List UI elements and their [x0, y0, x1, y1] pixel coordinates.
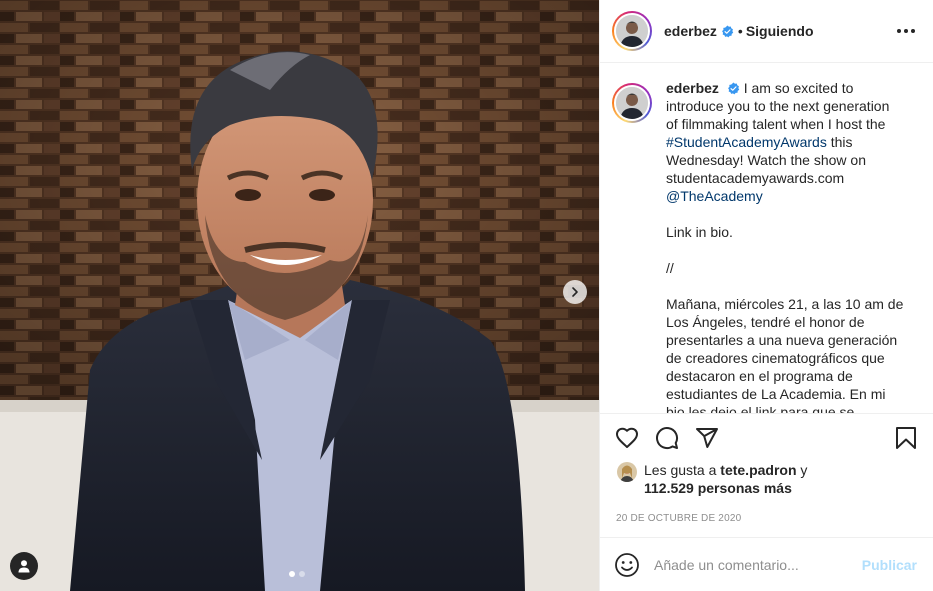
bookmark-icon	[896, 426, 916, 449]
post-caption: ederbez I am so excited to introduce you…	[666, 79, 904, 413]
save-button[interactable]	[893, 425, 919, 451]
caption-link-in-bio: Link in bio.	[666, 224, 733, 240]
post-media[interactable]	[0, 0, 599, 591]
carousel-dot-active	[289, 571, 295, 577]
user-tag-button[interactable]	[10, 552, 38, 580]
comment-icon	[656, 426, 679, 449]
post-date[interactable]: 20 DE OCTUBRE DE 2020	[600, 503, 933, 529]
avatar-image	[616, 15, 648, 47]
caption-author-avatar[interactable]	[612, 83, 652, 123]
follow-separator: •	[737, 23, 743, 39]
caption-divider: //	[666, 260, 674, 276]
following-button[interactable]: Siguiendo	[746, 23, 814, 39]
user-tag-icon	[18, 560, 30, 573]
more-dots-icon	[897, 29, 901, 33]
chevron-right-icon	[572, 287, 578, 297]
author-username[interactable]: ederbez	[664, 23, 717, 39]
verified-badge-icon	[727, 82, 740, 95]
likes-text: Les gusta a tete.padron y 112.529 person…	[644, 461, 807, 497]
heart-icon	[616, 427, 638, 448]
likes-summary: Les gusta a tete.padron y 112.529 person…	[600, 461, 933, 503]
verified-badge-icon	[722, 25, 734, 37]
mention-link[interactable]: @TheAcademy	[666, 188, 763, 204]
avatar-image	[617, 462, 637, 482]
post-actions	[600, 413, 933, 461]
likes-joiner: y	[800, 462, 808, 478]
instagram-post: ederbez • Siguiendo ederbez I am so exci…	[0, 0, 933, 591]
author-avatar[interactable]	[612, 11, 652, 51]
post-header: ederbez • Siguiendo	[600, 0, 933, 63]
caption-spanish-text: Mañana, miércoles 21, a las 10 am de Los…	[666, 296, 904, 413]
liker-username[interactable]: tete.padron	[720, 462, 796, 478]
likes-count-link[interactable]: 112.529 personas más	[644, 480, 792, 496]
caption-username[interactable]: ederbez	[666, 80, 719, 96]
publish-button[interactable]: Publicar	[862, 557, 917, 573]
likes-prefix: Les gusta a	[644, 462, 717, 478]
emoji-icon[interactable]	[614, 552, 640, 578]
more-options-button[interactable]	[893, 25, 919, 37]
add-comment-bar: Publicar	[600, 537, 933, 591]
share-button[interactable]	[694, 425, 720, 451]
carousel-next-button[interactable]	[563, 280, 587, 304]
liker-avatar[interactable]	[617, 462, 637, 482]
avatar-image	[616, 87, 648, 119]
comments-area[interactable]: ederbez I am so excited to introduce you…	[600, 63, 933, 413]
comment-input[interactable]	[654, 556, 862, 573]
post-side-panel: ederbez • Siguiendo ederbez I am so exci…	[599, 0, 933, 591]
post-photo	[0, 0, 599, 591]
paper-plane-icon	[696, 427, 718, 448]
carousel-indicator	[289, 571, 305, 577]
comment-button[interactable]	[654, 425, 680, 451]
carousel-dot	[299, 571, 305, 577]
like-button[interactable]	[614, 425, 640, 451]
hashtag-link[interactable]: #StudentAcademyAwards	[666, 134, 827, 150]
